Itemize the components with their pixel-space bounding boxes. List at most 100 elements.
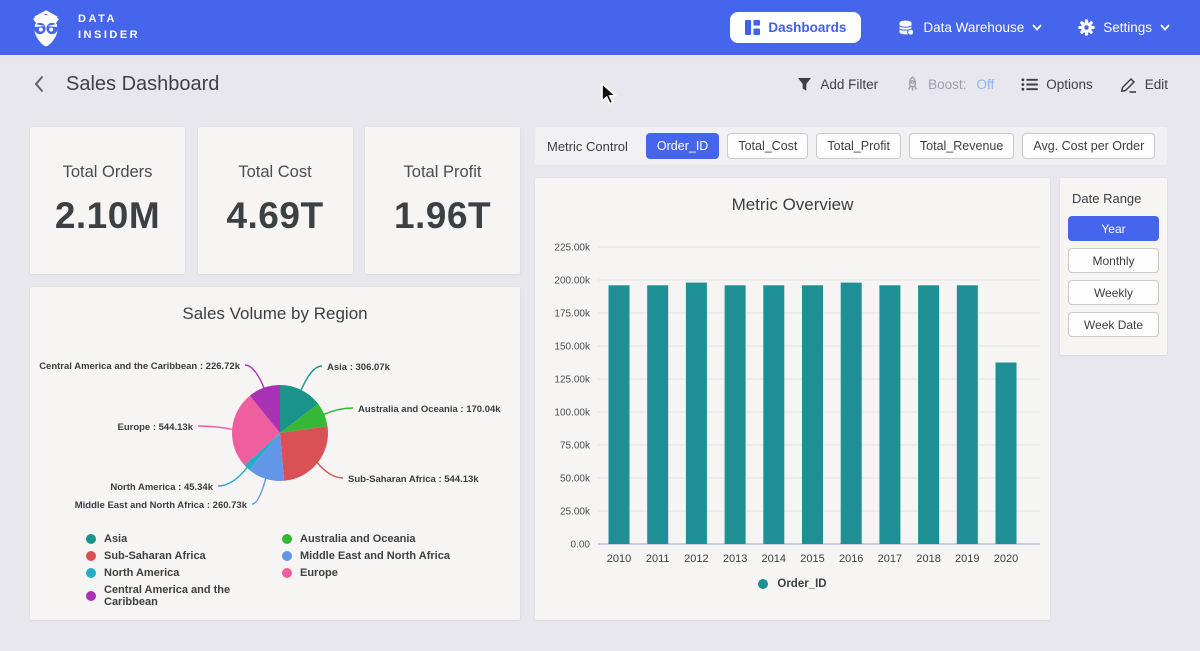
y-axis-tick-label: 100.00k [554,408,591,419]
top-navbar: DATA INSIDER Dashboards [0,0,1200,55]
y-axis-tick-label: 175.00k [554,309,591,320]
bar-2012[interactable] [686,283,707,544]
y-axis-tick-label: 75.00k [560,441,591,452]
metric-option-total-revenue[interactable]: Total_Revenue [909,133,1014,159]
legend-label: Central America and the Caribbean [104,584,282,608]
x-axis-tick-label: 2015 [800,553,824,565]
x-axis-tick-label: 2012 [684,553,708,565]
x-axis-tick-label: 2019 [955,553,979,565]
kpi-value: 4.69T [198,195,353,237]
brand-line2: INSIDER [78,28,140,44]
metric-option-order-id[interactable]: Order_ID [646,133,719,159]
legend-label: Australia and Oceania [300,533,416,545]
y-axis-tick-label: 200.00k [554,276,591,287]
edit-button[interactable]: Edit [1120,76,1168,93]
metric-option-total-cost[interactable]: Total_Cost [727,133,808,159]
date-range-option-week-date[interactable]: Week Date [1068,312,1159,337]
boost-state: Off [976,77,994,92]
x-axis-tick-label: 2018 [916,553,940,565]
add-filter-button[interactable]: Add Filter [797,77,878,92]
pie-legend: Asia Australia and Oceania Sub-Saharan Afr… [86,533,450,608]
page-header: Sales Dashboard Add Filter Boost: Off [0,55,1200,113]
pie-callout-label-central-america-and-the-caribbean: Central America and the Caribbean : 226.… [39,361,241,372]
pie-callout-line [245,365,264,389]
settings-menu[interactable]: Settings [1078,19,1170,36]
bar-chart-legend: Order_ID [535,578,1050,590]
back-button[interactable] [28,70,50,98]
pie-legend-item-central-america-and-the-caribbean: Central America and the Caribbean [86,584,282,608]
pie-legend-item-australia-and-oceania: Australia and Oceania [282,533,450,545]
pie-callout-label-asia: Asia : 306.07k [327,362,391,373]
bar-2018[interactable] [918,285,939,544]
x-axis-tick-label: 2011 [646,553,670,565]
settings-label: Settings [1103,20,1152,35]
x-axis-tick-label: 2014 [762,553,786,565]
pie-callout-line [323,408,353,415]
bar-chart-card: Metric Overview 0.0025.00k50.00k75.00k10… [535,178,1050,620]
brand: DATA INSIDER [26,8,140,48]
bar-2011[interactable] [647,285,668,544]
y-axis-tick-label: 50.00k [560,474,591,485]
pie-callout-line [301,366,322,391]
date-range-option-year[interactable]: Year [1068,216,1159,241]
kpi-card-total-profit: Total Profit 1.96T [365,127,520,274]
kpi-row: Total Orders 2.10M Total Cost 4.69T Tota… [30,127,520,274]
legend-dot [86,551,96,561]
pie-legend-item-north-america: North America [86,567,282,579]
legend-dot [86,568,96,578]
filter-funnel-icon [797,77,812,92]
bar-2014[interactable] [763,285,784,544]
pie-legend-item-asia: Asia [86,533,282,545]
bar-2010[interactable] [609,285,630,544]
pie-callout-line [252,478,266,504]
pie-callout-label-australia-and-oceania: Australia and Oceania : 170.04k [358,404,501,415]
pie-callout-label-europe: Europe : 544.13k [117,422,193,433]
metric-option-total-profit[interactable]: Total_Profit [816,133,901,159]
pie-chart[interactable]: Asia : 306.07k Australia and Oceania : 17… [30,327,520,527]
legend-dot [282,568,292,578]
legend-label: Middle East and North Africa [300,550,450,562]
dashboards-button[interactable]: Dashboards [730,12,861,43]
data-warehouse-label: Data Warehouse [923,20,1024,35]
header-actions: Add Filter Boost: Off [797,76,1168,93]
page-title: Sales Dashboard [66,73,219,96]
date-range-option-weekly[interactable]: Weekly [1068,280,1159,305]
kpi-label: Total Orders [30,163,185,182]
pie-callout-label-north-america: North America : 45.34k [110,482,213,493]
options-button[interactable]: Options [1021,77,1093,92]
y-axis-tick-label: 225.00k [554,243,591,254]
chevron-down-icon [1160,24,1170,31]
date-range-label: Date Range [1072,191,1167,206]
legend-label: Europe [300,567,338,579]
metric-control-label: Metric Control [547,139,628,154]
pie-callout-line [198,426,233,429]
boost-toggle[interactable]: Boost: Off [905,76,994,92]
y-axis-tick-label: 150.00k [554,342,591,353]
pie-slice-sub-saharan-africa[interactable] [280,426,328,481]
date-range-option-monthly[interactable]: Monthly [1068,248,1159,273]
bar-2013[interactable] [725,285,746,544]
bar-chart[interactable]: 0.0025.00k50.00k75.00k100.00k125.00k150.… [535,178,1050,573]
kpi-label: Total Profit [365,163,520,182]
bar-2016[interactable] [841,283,862,544]
edit-label: Edit [1145,77,1168,92]
kpi-card-total-orders: Total Orders 2.10M [30,127,185,274]
legend-label: Asia [104,533,127,545]
data-warehouse-menu[interactable]: Data Warehouse [897,19,1042,36]
legend-dot-order-id [758,579,768,589]
boost-label: Boost: [928,77,966,92]
bar-2019[interactable] [957,285,978,544]
bar-2015[interactable] [802,285,823,544]
kpi-card-total-cost: Total Cost 4.69T [198,127,353,274]
kpi-value: 2.10M [30,195,185,237]
gear-icon [1078,19,1095,36]
pie-chart-card: Sales Volume by Region Asia : 306.07kAus… [30,287,520,620]
add-filter-label: Add Filter [820,77,878,92]
legend-dot [86,534,96,544]
database-icon [897,19,915,36]
bar-2017[interactable] [879,285,900,544]
bar-2020[interactable] [996,363,1017,545]
metric-option-avg-cost-per-order[interactable]: Avg. Cost per Order [1022,133,1155,159]
legend-label: Sub-Saharan Africa [104,550,206,562]
dashboards-label: Dashboards [768,20,846,35]
